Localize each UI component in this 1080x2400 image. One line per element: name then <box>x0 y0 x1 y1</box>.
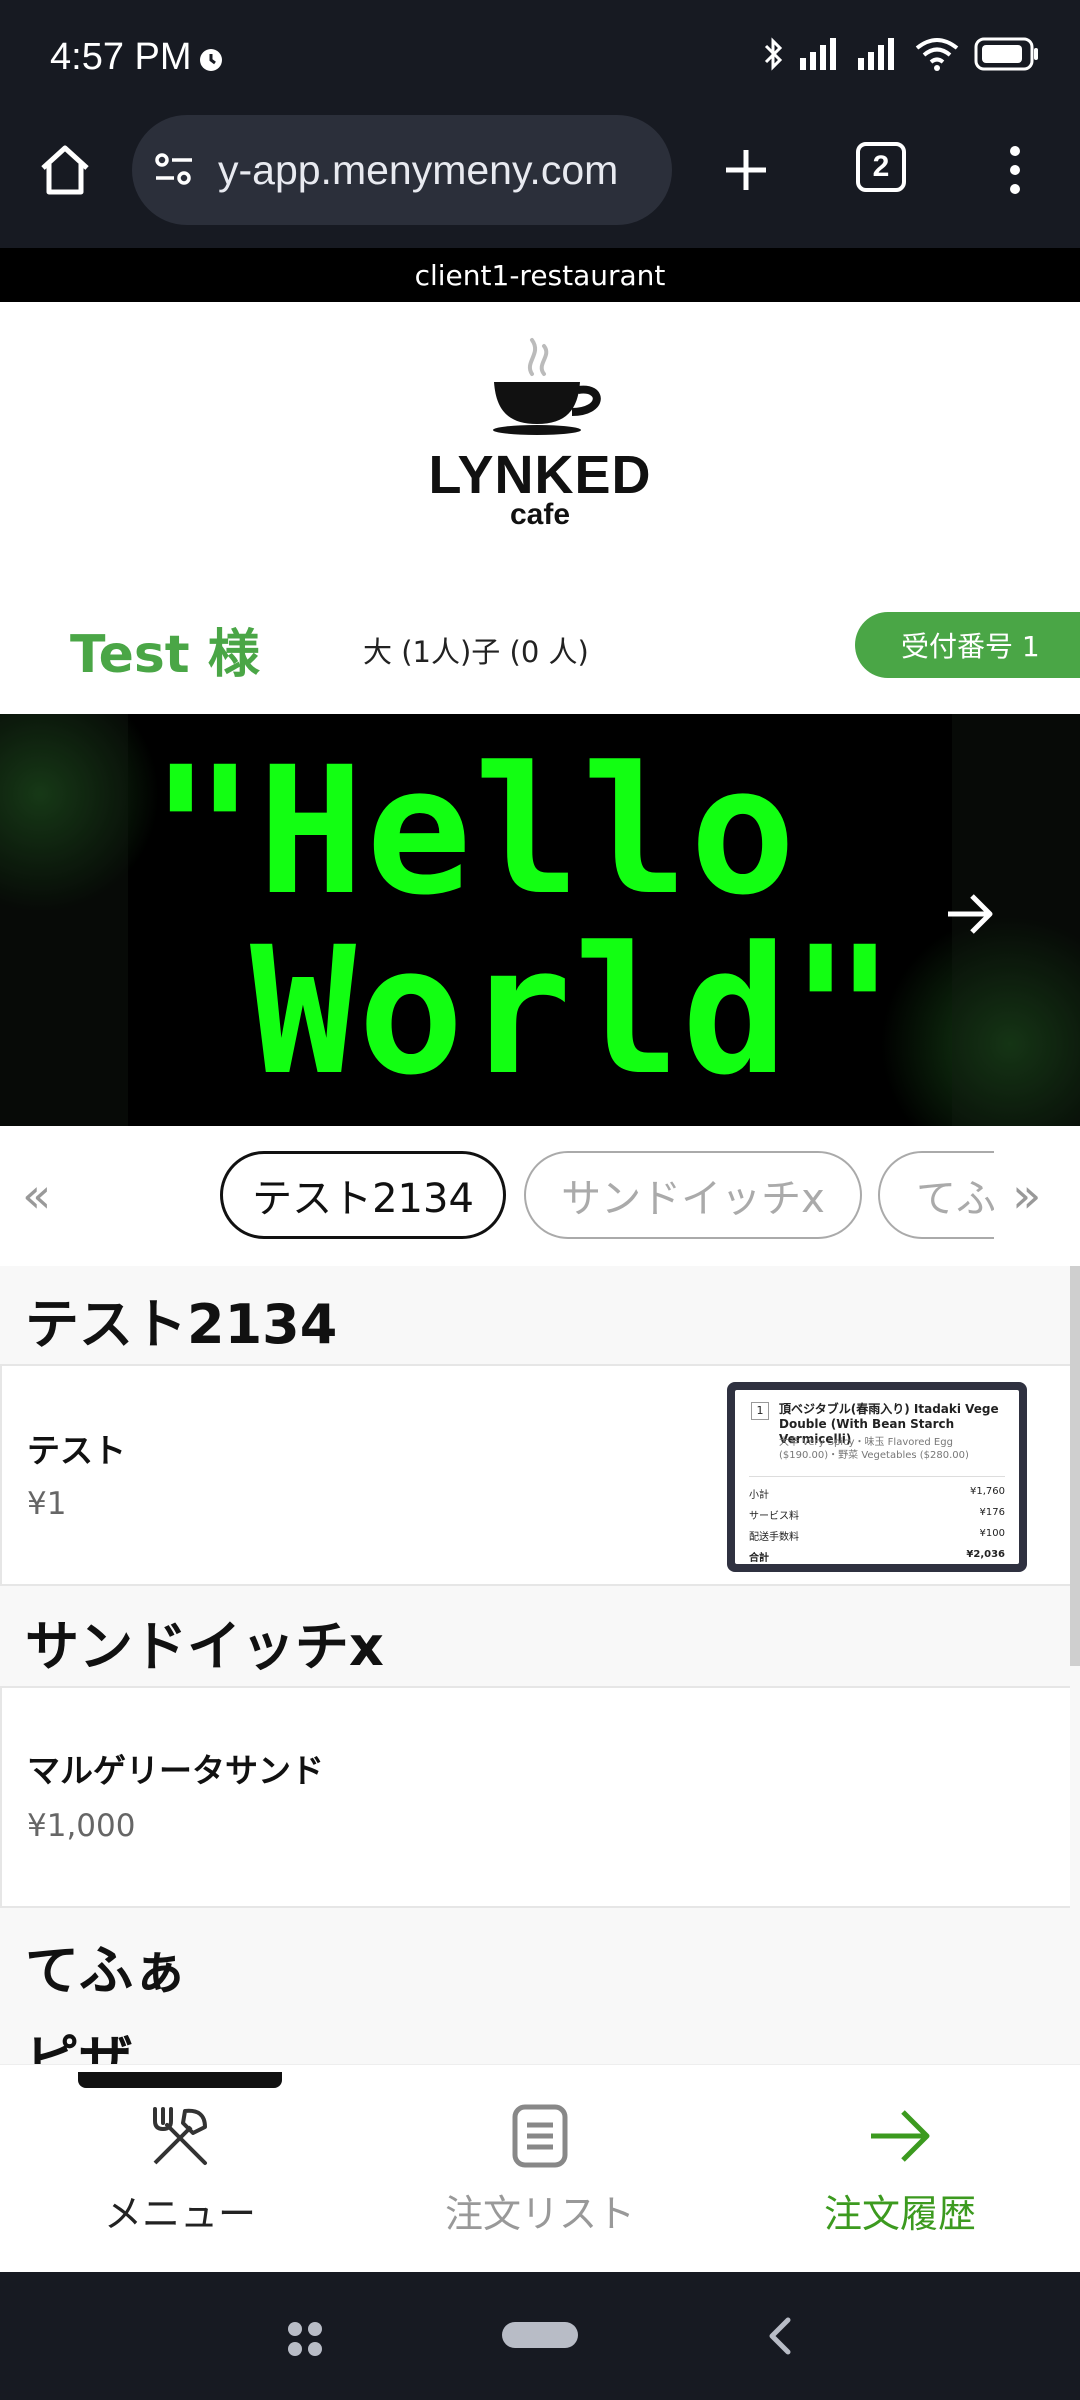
signal-icon <box>858 38 894 70</box>
tab-switcher-button[interactable]: 2 <box>856 142 906 192</box>
url-text: y-app.menymeny.com <box>218 146 619 193</box>
alarm-icon <box>200 49 222 71</box>
section-title: ピザ <box>25 2029 133 2064</box>
tab-category-test2134[interactable]: テスト2134 <box>220 1151 506 1239</box>
item-price: ¥1 <box>27 1486 67 1522</box>
reception-number-badge: 受付番号 1 <box>855 612 1080 678</box>
thumb-row-value: ¥1,760 <box>970 1486 1005 1497</box>
thumb-qty: 1 <box>751 1402 769 1420</box>
thumb-row: 小計 ¥1,760 <box>749 1486 1005 1501</box>
recent-apps-button[interactable] <box>288 2322 322 2356</box>
thumb-row: サービス料 ¥176 <box>749 1507 1005 1522</box>
menu-list[interactable]: テスト2134 テスト ¥1 1 頂ベジタブル(春雨入り) Itadaki Ve… <box>0 1266 1080 2064</box>
promo-banner[interactable]: "Hello World" <box>0 714 1080 1126</box>
item-price: ¥1,000 <box>27 1808 136 1844</box>
scrollbar[interactable] <box>1070 1266 1080 1666</box>
thumb-row-label: 配送手数料 <box>749 1532 799 1543</box>
thumb-row-value: ¥100 <box>979 1528 1005 1539</box>
system-nav-bar <box>0 2272 1080 2400</box>
nav-order-history[interactable]: 注文履歴 <box>720 2065 1080 2273</box>
nav-label: メニュー <box>103 2192 256 2236</box>
item-image: 1 頂ベジタブル(春雨入り) Itadaki Vege Double (With… <box>727 1382 1027 1572</box>
section-title: てふぁ <box>25 1939 187 2002</box>
banner-prev-slide <box>0 714 128 1126</box>
url-bar[interactable]: y-app.menymeny.com <box>132 115 672 225</box>
more-vert-icon[interactable] <box>995 140 1035 200</box>
logo-subtitle: cafe <box>509 498 571 531</box>
thumb-row-value: ¥176 <box>979 1507 1005 1518</box>
thumb-detail: 大辛 Very Spicy・味玉 Flavored Egg ($190.00)・… <box>779 1437 969 1461</box>
nav-label: 注文履歴 <box>823 2192 976 2236</box>
banner-text-line-1: "Hello <box>150 729 798 934</box>
restaurant-id: client1-restaurant <box>0 248 1080 302</box>
menu-item-card[interactable]: マルゲリータサンド ¥1,000 <box>0 1686 1070 1908</box>
fork-knife-icon <box>153 2107 207 2165</box>
coffee-cup-logo <box>493 338 601 435</box>
category-next-button[interactable]: » <box>1012 1172 1041 1220</box>
thumb-row-label: 合計 <box>749 1553 769 1564</box>
menu-item-card[interactable]: テスト ¥1 1 頂ベジタブル(春雨入り) Itadaki Vege Doubl… <box>0 1364 1070 1586</box>
category-tabs: « テスト2134 サンドイッチx てふぁ » <box>0 1126 1080 1266</box>
nav-menu[interactable]: メニュー <box>0 2065 360 2273</box>
bottom-nav: メニュー 注文リスト 注文履歴 <box>0 2064 1080 2272</box>
status-icons <box>762 36 1040 72</box>
thumb-row: 合計 ¥2,036 <box>749 1549 1005 1564</box>
tab-category-tefua[interactable]: てふぁ <box>878 1151 994 1239</box>
banner-next-arrow-icon[interactable] <box>940 884 1000 944</box>
arrow-right-icon <box>871 2110 930 2162</box>
item-name: テスト <box>27 1431 126 1470</box>
category-prev-button[interactable]: « <box>22 1172 51 1220</box>
item-name: マルゲリータサンド <box>27 1751 324 1790</box>
tab-category-sandwich[interactable]: サンドイッチx <box>524 1151 862 1239</box>
status-bar: 4:57 PM <box>0 0 1080 115</box>
order-list-icon <box>512 2104 568 2168</box>
status-time: 4:57 PM <box>50 36 192 78</box>
nav-order-list[interactable]: 注文リスト <box>360 2065 720 2273</box>
battery-icon <box>974 37 1038 71</box>
home-icon <box>41 145 89 195</box>
thumb-divider <box>749 1476 1005 1477</box>
nav-label: 注文リスト <box>444 2192 635 2236</box>
system-home-button[interactable] <box>502 2322 578 2348</box>
logo-header: LYNKED cafe <box>0 302 1080 577</box>
party-size: 大 (1人)子 (0 人) <box>363 635 589 669</box>
guest-name: Test 様 <box>70 625 260 685</box>
thumb-row-value: ¥2,036 <box>966 1549 1005 1560</box>
active-indicator <box>78 2072 282 2088</box>
thumb-row-label: サービス料 <box>749 1511 799 1522</box>
home-button[interactable] <box>30 135 100 205</box>
wifi-icon <box>915 38 959 71</box>
guest-info: Test 様 大 (1人)子 (0 人) 受付番号 1 <box>0 577 1080 714</box>
new-tab-button[interactable] <box>716 135 776 205</box>
category-track: テスト2134 サンドイッチx てふぁ <box>220 1151 994 1241</box>
thumb-row-label: 小計 <box>749 1490 769 1501</box>
site-settings-icon <box>155 153 192 185</box>
section-title: サンドイッチx <box>25 1615 384 1678</box>
browser-toolbar: y-app.menymeny.com 2 <box>0 115 1080 248</box>
logo-wordmark: LYNKED <box>428 445 652 505</box>
new-tab-icon <box>726 150 766 190</box>
thumb-row: 配送手数料 ¥100 <box>749 1528 1005 1543</box>
banner-text-line-2: World" <box>250 909 898 1114</box>
receipt-thumbnail: 1 頂ベジタブル(春雨入り) Itadaki Vege Double (With… <box>735 1390 1019 1564</box>
bluetooth-icon <box>764 37 783 71</box>
section-title: テスト2134 <box>25 1293 338 1356</box>
back-icon[interactable] <box>760 2316 800 2356</box>
signal-icon <box>800 38 836 70</box>
